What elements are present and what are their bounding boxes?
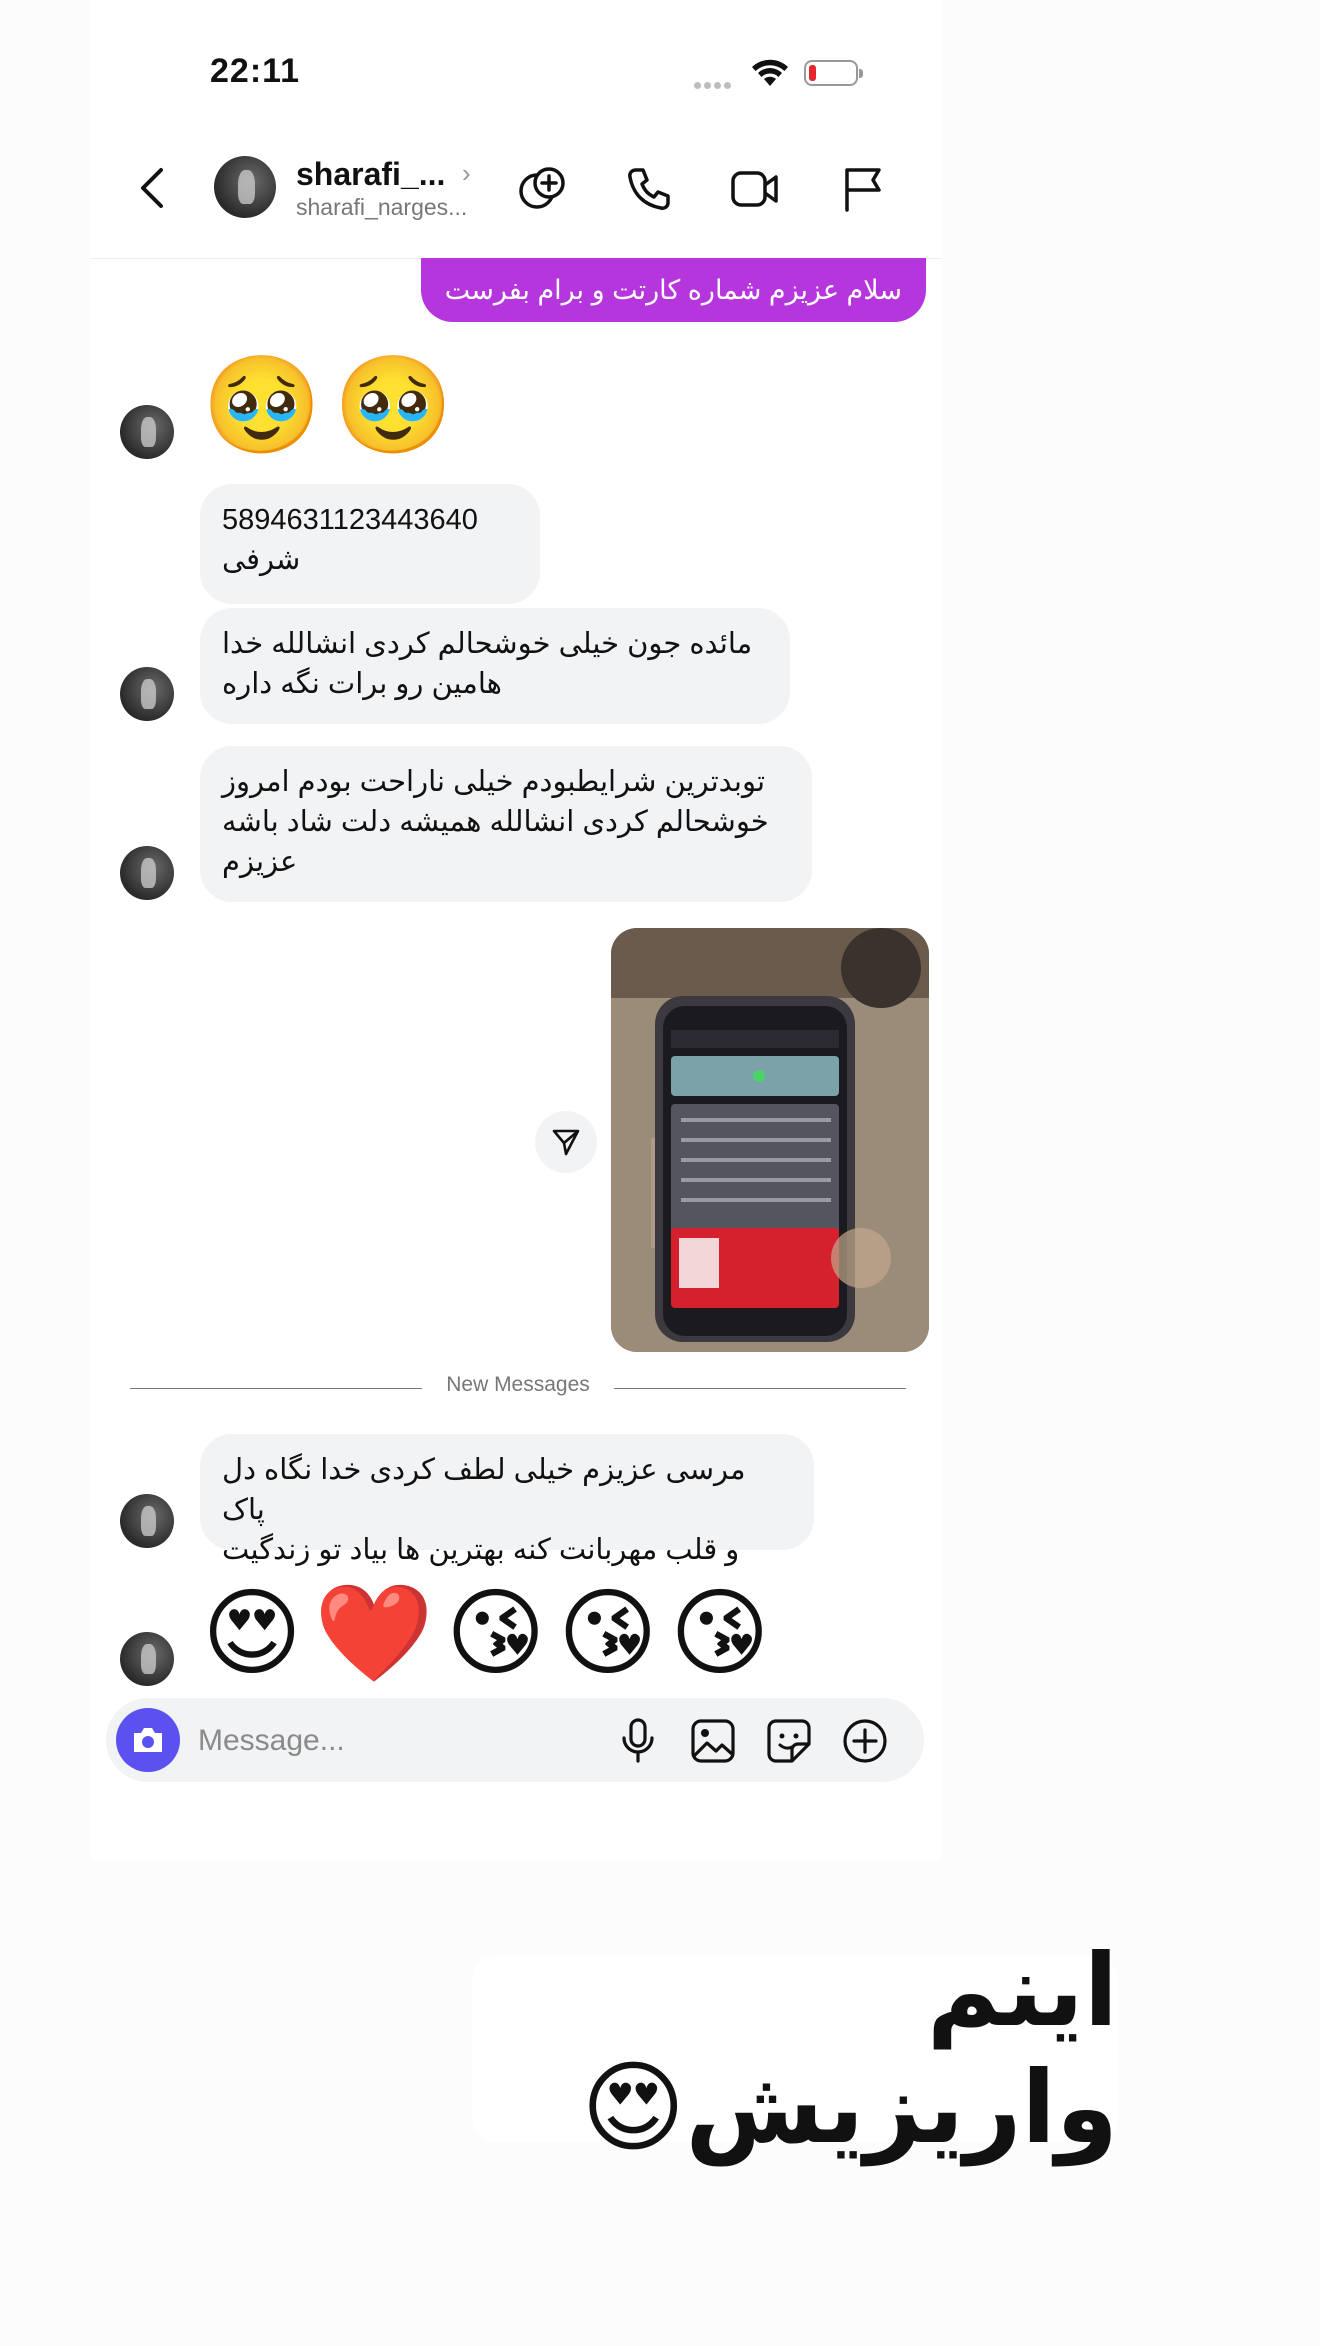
sticker-icon	[767, 1719, 811, 1763]
emoji-message[interactable]: 😍 ❤️ 😘 😘 😘	[202, 1586, 782, 1682]
status-bar: 22:11	[90, 0, 942, 140]
flag-icon	[845, 168, 881, 212]
more-options-button[interactable]	[842, 1718, 888, 1769]
avatar[interactable]	[214, 156, 276, 218]
video-call-button[interactable]	[728, 162, 782, 216]
avatar[interactable]	[120, 1632, 174, 1686]
back-button[interactable]	[130, 166, 174, 210]
battery-icon	[804, 60, 863, 86]
contact-handle: sharafi_narges...	[296, 194, 468, 220]
phone-icon	[628, 168, 670, 210]
call-button[interactable]	[622, 162, 676, 216]
image-icon	[691, 1719, 735, 1763]
message-line: مرسی عزیزم خیلی لطف کردی خدا نگاه دل پاک	[222, 1454, 746, 1526]
message-input[interactable]	[196, 1712, 580, 1770]
add-people-button[interactable]	[516, 162, 570, 216]
emoji: 🥹	[333, 352, 454, 459]
card-name-text: شرفی	[222, 544, 301, 576]
incoming-message[interactable]: 5894631123443640 شرفی	[200, 484, 540, 604]
message-line: توبدترین شرایطبودم خیلی ناراحت بودم امرو…	[222, 766, 766, 798]
incoming-message[interactable]: توبدترین شرایطبودم خیلی ناراحت بودم امرو…	[200, 746, 812, 902]
report-button[interactable]	[836, 162, 890, 216]
status-time: 22:11	[210, 52, 301, 90]
emoji: ❤️	[314, 1580, 434, 1687]
message-line: خوشحالم کردی انشالله همیشه دلت شاد باشه	[222, 806, 769, 838]
add-people-icon	[519, 167, 565, 209]
message-line: هامین رو برات نگه داره	[222, 668, 502, 700]
voice-message-button[interactable]	[618, 1718, 658, 1769]
camera-icon	[134, 1728, 162, 1752]
sticker-button[interactable]	[766, 1718, 812, 1769]
microphone-icon	[622, 1718, 654, 1763]
avatar[interactable]	[120, 846, 174, 900]
cellular-signal-icon	[694, 76, 734, 94]
message-line: و قلب مهربانت کنه بهترین ها بیاد تو زندگ…	[222, 1534, 740, 1566]
new-messages-label: New Messages	[446, 1373, 590, 1396]
emoji: 😘	[669, 1580, 770, 1687]
gallery-button[interactable]	[690, 1718, 736, 1769]
new-messages-divider: New Messages	[130, 1373, 906, 1403]
divider-line	[614, 1388, 906, 1389]
plus-circle-icon	[843, 1719, 887, 1763]
video-camera-icon	[731, 171, 778, 207]
emoji: 😘	[557, 1580, 658, 1687]
avatar[interactable]	[120, 1494, 174, 1548]
incoming-message[interactable]: مائده جون خیلی خوشحالم کردی انشالله خدا …	[200, 608, 790, 724]
outgoing-message[interactable]: سلام عزیزم شماره کارتت و برام بفرست	[420, 258, 926, 322]
message-line: مائده جون خیلی خوشحالم کردی انشالله خدا	[222, 628, 753, 660]
chevron-right-icon[interactable]: ›	[462, 158, 471, 189]
emoji: 🥹	[202, 352, 322, 459]
avatar[interactable]	[120, 667, 174, 721]
emoji: 😍	[202, 1580, 303, 1687]
wifi-icon	[750, 56, 790, 93]
shared-photo[interactable]	[611, 928, 929, 1352]
message-line: عزیزم	[222, 846, 298, 878]
camera-button[interactable]	[116, 1708, 180, 1772]
emoji-message[interactable]: 🥹 🥹	[202, 358, 465, 454]
phone-screen: 22:11 sharafi_... › sharafi_narges... سل…	[90, 0, 942, 1860]
message-composer	[106, 1698, 924, 1782]
contact-username[interactable]: sharafi_...	[296, 156, 445, 193]
avatar[interactable]	[120, 405, 174, 459]
chat-header: sharafi_... › sharafi_narges...	[90, 140, 942, 259]
emoji: 😘	[445, 1580, 546, 1687]
card-number-text: 5894631123443640	[222, 504, 478, 536]
message-thread[interactable]: سلام عزیزم شماره کارتت و برام بفرست 🥹 🥹 5…	[90, 258, 942, 1698]
incoming-message[interactable]: مرسی عزیزم خیلی لطف کردی خدا نگاه دل پاک…	[200, 1434, 814, 1566]
share-button[interactable]	[535, 1111, 597, 1173]
caption-text: اینم واریزیش😍	[472, 1935, 1118, 2164]
send-icon	[552, 1129, 580, 1156]
